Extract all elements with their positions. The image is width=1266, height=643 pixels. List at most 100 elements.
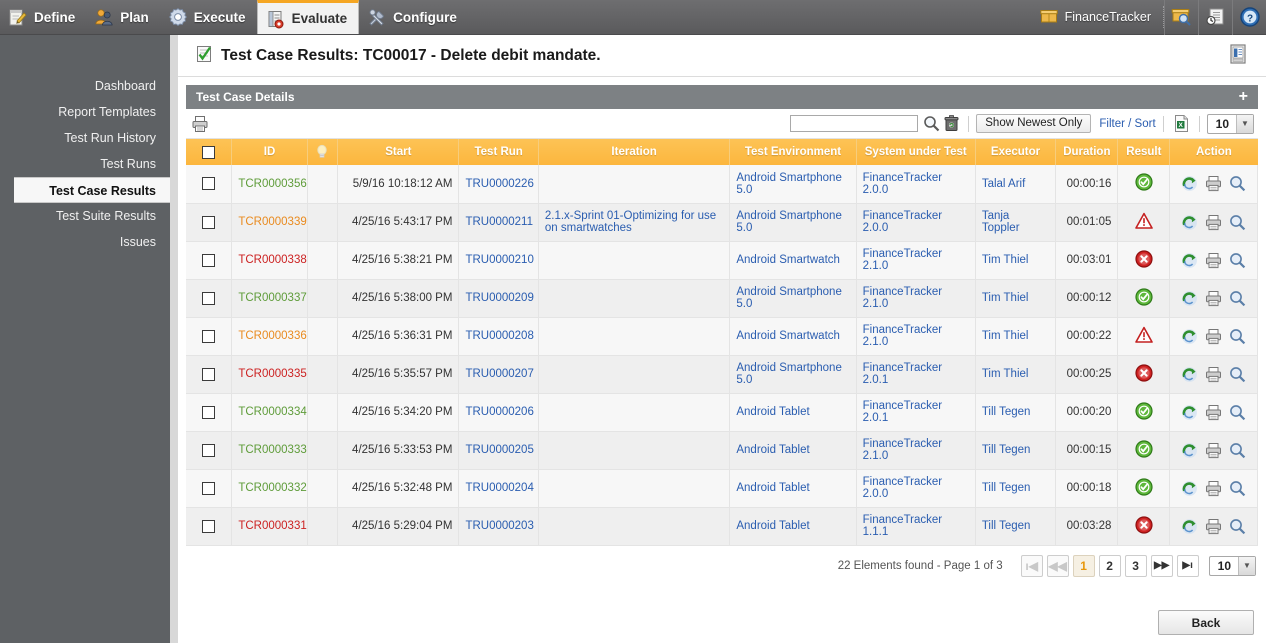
row-id-link[interactable]: TCR0000334 [238, 406, 306, 418]
cell-environment[interactable]: Android Tablet [729, 469, 857, 508]
cell-id[interactable]: TCR0000356 [231, 165, 308, 204]
details-magnifier-icon[interactable] [1229, 214, 1246, 231]
row-id-link[interactable]: TCR0000356 [238, 178, 306, 190]
row-checkbox[interactable] [202, 443, 216, 457]
cell-sut[interactable]: FinanceTracker 2.1.0 [856, 279, 976, 318]
test-run-link[interactable]: TRU0000210 [465, 254, 533, 266]
environment-link[interactable]: Android Smartphone 5.0 [736, 286, 841, 310]
row-select-cell[interactable] [186, 165, 233, 204]
test-run-link[interactable]: TRU0000211 [465, 216, 533, 228]
rerun-icon[interactable] [1181, 214, 1198, 231]
row-id-link[interactable]: TCR0000337 [238, 292, 306, 304]
col-start[interactable]: Start [337, 139, 460, 165]
test-run-link[interactable]: TRU0000205 [465, 444, 533, 456]
executor-link[interactable]: Tim Thiel [982, 368, 1029, 380]
col-environment[interactable]: Test Environment [729, 139, 857, 165]
cell-id[interactable]: TCR0000337 [231, 279, 308, 318]
row-id-link[interactable]: TCR0000335 [238, 368, 306, 380]
table-row[interactable]: TCR0000334 4/25/16 5:34:20 PM TRU0000206 An… [186, 393, 1258, 432]
executor-link[interactable]: Tim Thiel [982, 330, 1029, 342]
cell-test-run[interactable]: TRU0000205 [458, 431, 539, 470]
sidebar-item-test-suite-results[interactable]: Test Suite Results [0, 203, 170, 229]
row-select-cell[interactable] [186, 203, 233, 242]
sut-link[interactable]: FinanceTracker 2.0.1 [863, 362, 942, 386]
print-icon[interactable] [1205, 480, 1222, 497]
cell-id[interactable]: TCR0000332 [231, 469, 308, 508]
cell-test-run[interactable]: TRU0000210 [458, 241, 539, 280]
environment-link[interactable]: Android Smartphone 5.0 [736, 172, 841, 196]
cell-sut[interactable]: FinanceTracker 2.1.0 [856, 317, 976, 356]
test-run-link[interactable]: TRU0000203 [465, 520, 533, 532]
table-row[interactable]: TCR0000335 4/25/16 5:35:57 PM TRU0000207 An… [186, 355, 1258, 394]
sut-link[interactable]: FinanceTracker 2.1.0 [863, 248, 942, 272]
cell-executor[interactable]: Till Tegen [975, 507, 1057, 546]
row-checkbox[interactable] [202, 405, 216, 419]
col-lightbulb[interactable] [307, 139, 339, 165]
row-select-cell[interactable] [186, 507, 233, 546]
cell-test-run[interactable]: TRU0000226 [458, 165, 539, 204]
cell-executor[interactable]: Tim Thiel [975, 355, 1057, 394]
rerun-icon[interactable] [1181, 442, 1198, 459]
cell-sut[interactable]: FinanceTracker 2.0.0 [856, 165, 976, 204]
cell-id[interactable]: TCR0000335 [231, 355, 308, 394]
sut-link[interactable]: FinanceTracker 2.0.0 [863, 476, 942, 500]
environment-link[interactable]: Android Tablet [736, 520, 809, 532]
executor-link[interactable]: Till Tegen [982, 482, 1031, 494]
executor-link[interactable]: Till Tegen [982, 444, 1031, 456]
test-run-link[interactable]: TRU0000207 [465, 368, 533, 380]
col-executor[interactable]: Executor [975, 139, 1057, 165]
row-select-cell[interactable] [186, 317, 233, 356]
rerun-icon[interactable] [1181, 518, 1198, 535]
rerun-icon[interactable] [1181, 252, 1198, 269]
executor-link[interactable]: Tim Thiel [982, 254, 1029, 266]
row-select-cell[interactable] [186, 241, 233, 280]
row-id-link[interactable]: TCR0000332 [238, 482, 306, 494]
back-button[interactable]: Back [1158, 610, 1254, 635]
details-magnifier-icon[interactable] [1229, 480, 1246, 497]
footer-page-size-select[interactable]: 10 ▼ [1208, 555, 1256, 576]
rerun-icon[interactable] [1181, 290, 1198, 307]
cell-sut[interactable]: FinanceTracker 2.0.0 [856, 203, 976, 242]
cell-environment[interactable]: Android Tablet [729, 507, 857, 546]
rerun-icon[interactable] [1181, 366, 1198, 383]
filter-sort-link[interactable]: Filter / Sort [1099, 118, 1155, 130]
iteration-link[interactable]: 2.1.x-Sprint 01-Optimizing for use on sm… [545, 210, 716, 234]
page-1-button[interactable]: 1 [1072, 554, 1095, 577]
row-checkbox[interactable] [202, 367, 216, 381]
col-test-run[interactable]: Test Run [458, 139, 539, 165]
nav-tab-plan[interactable]: Plan [86, 0, 160, 34]
executor-link[interactable]: Tanja Toppler [982, 210, 1020, 234]
cell-executor[interactable]: Tanja Toppler [975, 203, 1057, 242]
print-icon[interactable] [1205, 290, 1222, 307]
sut-link[interactable]: FinanceTracker 2.1.0 [863, 324, 942, 348]
col-iteration[interactable]: Iteration [538, 139, 731, 165]
print-icon[interactable] [1205, 442, 1222, 459]
details-magnifier-icon[interactable] [1229, 442, 1246, 459]
cell-sut[interactable]: FinanceTracker 1.1.1 [856, 507, 976, 546]
cell-test-run[interactable]: TRU0000207 [458, 355, 539, 394]
row-checkbox[interactable] [202, 329, 216, 343]
page-prev-button[interactable]: ◀◀ [1046, 554, 1069, 577]
print-icon[interactable] [1205, 404, 1222, 421]
row-id-link[interactable]: TCR0000336 [238, 330, 306, 342]
environment-link[interactable]: Android Tablet [736, 406, 809, 418]
environment-link[interactable]: Android Smartwatch [736, 254, 840, 266]
row-checkbox[interactable] [202, 481, 216, 495]
page-last-button[interactable]: ▶ı [1176, 554, 1199, 577]
print-icon[interactable] [1205, 214, 1222, 231]
cell-environment[interactable]: Android Smartphone 5.0 [729, 165, 857, 204]
project-indicator[interactable]: FinanceTracker [1034, 6, 1164, 28]
row-select-cell[interactable] [186, 469, 233, 508]
details-magnifier-icon[interactable] [1229, 404, 1246, 421]
table-row[interactable]: TCR0000338 4/25/16 5:38:21 PM TRU0000210 An… [186, 241, 1258, 280]
test-run-link[interactable]: TRU0000226 [465, 178, 533, 190]
executor-link[interactable]: Till Tegen [982, 406, 1031, 418]
sut-link[interactable]: FinanceTracker 2.1.0 [863, 286, 942, 310]
row-select-cell[interactable] [186, 393, 233, 432]
show-newest-only-button[interactable]: Show Newest Only [976, 114, 1092, 133]
cell-sut[interactable]: FinanceTracker 2.1.0 [856, 431, 976, 470]
cell-environment[interactable]: Android Smartphone 5.0 [729, 203, 857, 242]
sut-link[interactable]: FinanceTracker 2.0.0 [863, 172, 942, 196]
table-row[interactable]: TCR0000337 4/25/16 5:38:00 PM TRU0000209 An… [186, 279, 1258, 318]
row-checkbox[interactable] [202, 291, 216, 305]
